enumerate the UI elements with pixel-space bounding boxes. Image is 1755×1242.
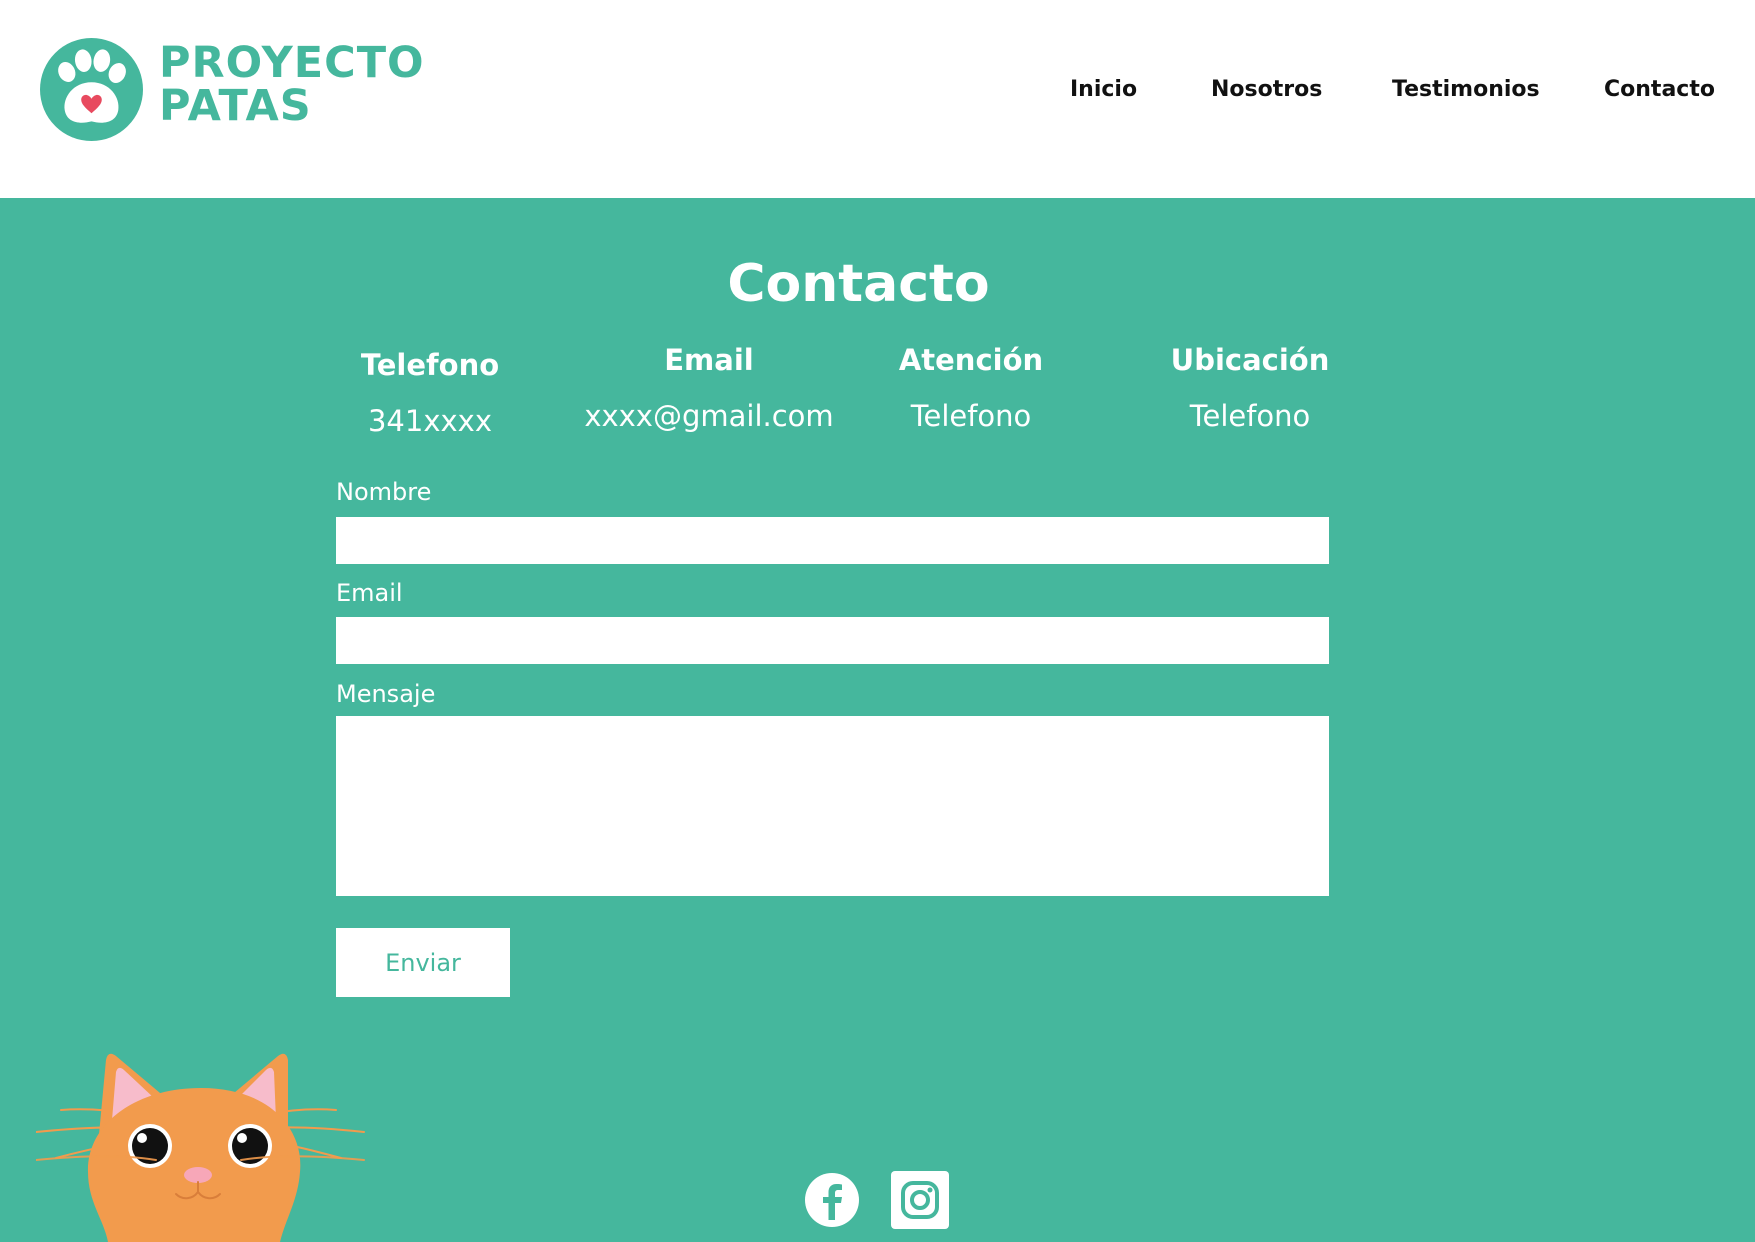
info-atencion: Atención Telefono — [831, 343, 1111, 433]
name-input[interactable] — [336, 517, 1329, 564]
info-heading: Telefono — [360, 348, 500, 382]
nav-item-testimonios[interactable]: Testimonios — [1392, 77, 1540, 102]
info-heading: Email — [664, 343, 754, 377]
message-textarea[interactable] — [336, 716, 1329, 896]
email-label: Email — [336, 579, 403, 607]
info-value: xxxx@gmail.com — [584, 399, 834, 433]
main-nav: Inicio Nosotros Testimonios Contacto — [0, 77, 1755, 107]
info-value: Telefono — [1189, 399, 1311, 433]
site-header: PROYECTO PATAS Inicio Nosotros Testimoni… — [0, 0, 1755, 198]
facebook-icon[interactable] — [804, 1172, 860, 1228]
section-title: Contacto — [727, 254, 990, 314]
email-input[interactable] — [336, 617, 1329, 664]
info-value: Telefono — [910, 399, 1032, 433]
message-label: Mensaje — [336, 680, 436, 708]
instagram-icon[interactable] — [891, 1171, 949, 1229]
nav-item-contacto[interactable]: Contacto — [1604, 77, 1715, 102]
orange-cat-illustration — [36, 1053, 365, 1242]
contact-section: Contacto Telefono 341xxxx Email xxxx@gma… — [0, 198, 1755, 1242]
info-telefono: Telefono 341xxxx — [290, 348, 570, 438]
info-value: 341xxxx — [367, 404, 492, 438]
info-email: Email xxxx@gmail.com — [569, 343, 849, 433]
nav-item-inicio[interactable]: Inicio — [1070, 77, 1137, 102]
info-ubicacion: Ubicación Telefono — [1110, 343, 1390, 433]
info-heading: Atención — [898, 343, 1044, 377]
name-label: Nombre — [336, 478, 432, 506]
nav-item-nosotros[interactable]: Nosotros — [1211, 77, 1322, 102]
info-heading: Ubicación — [1170, 343, 1330, 377]
